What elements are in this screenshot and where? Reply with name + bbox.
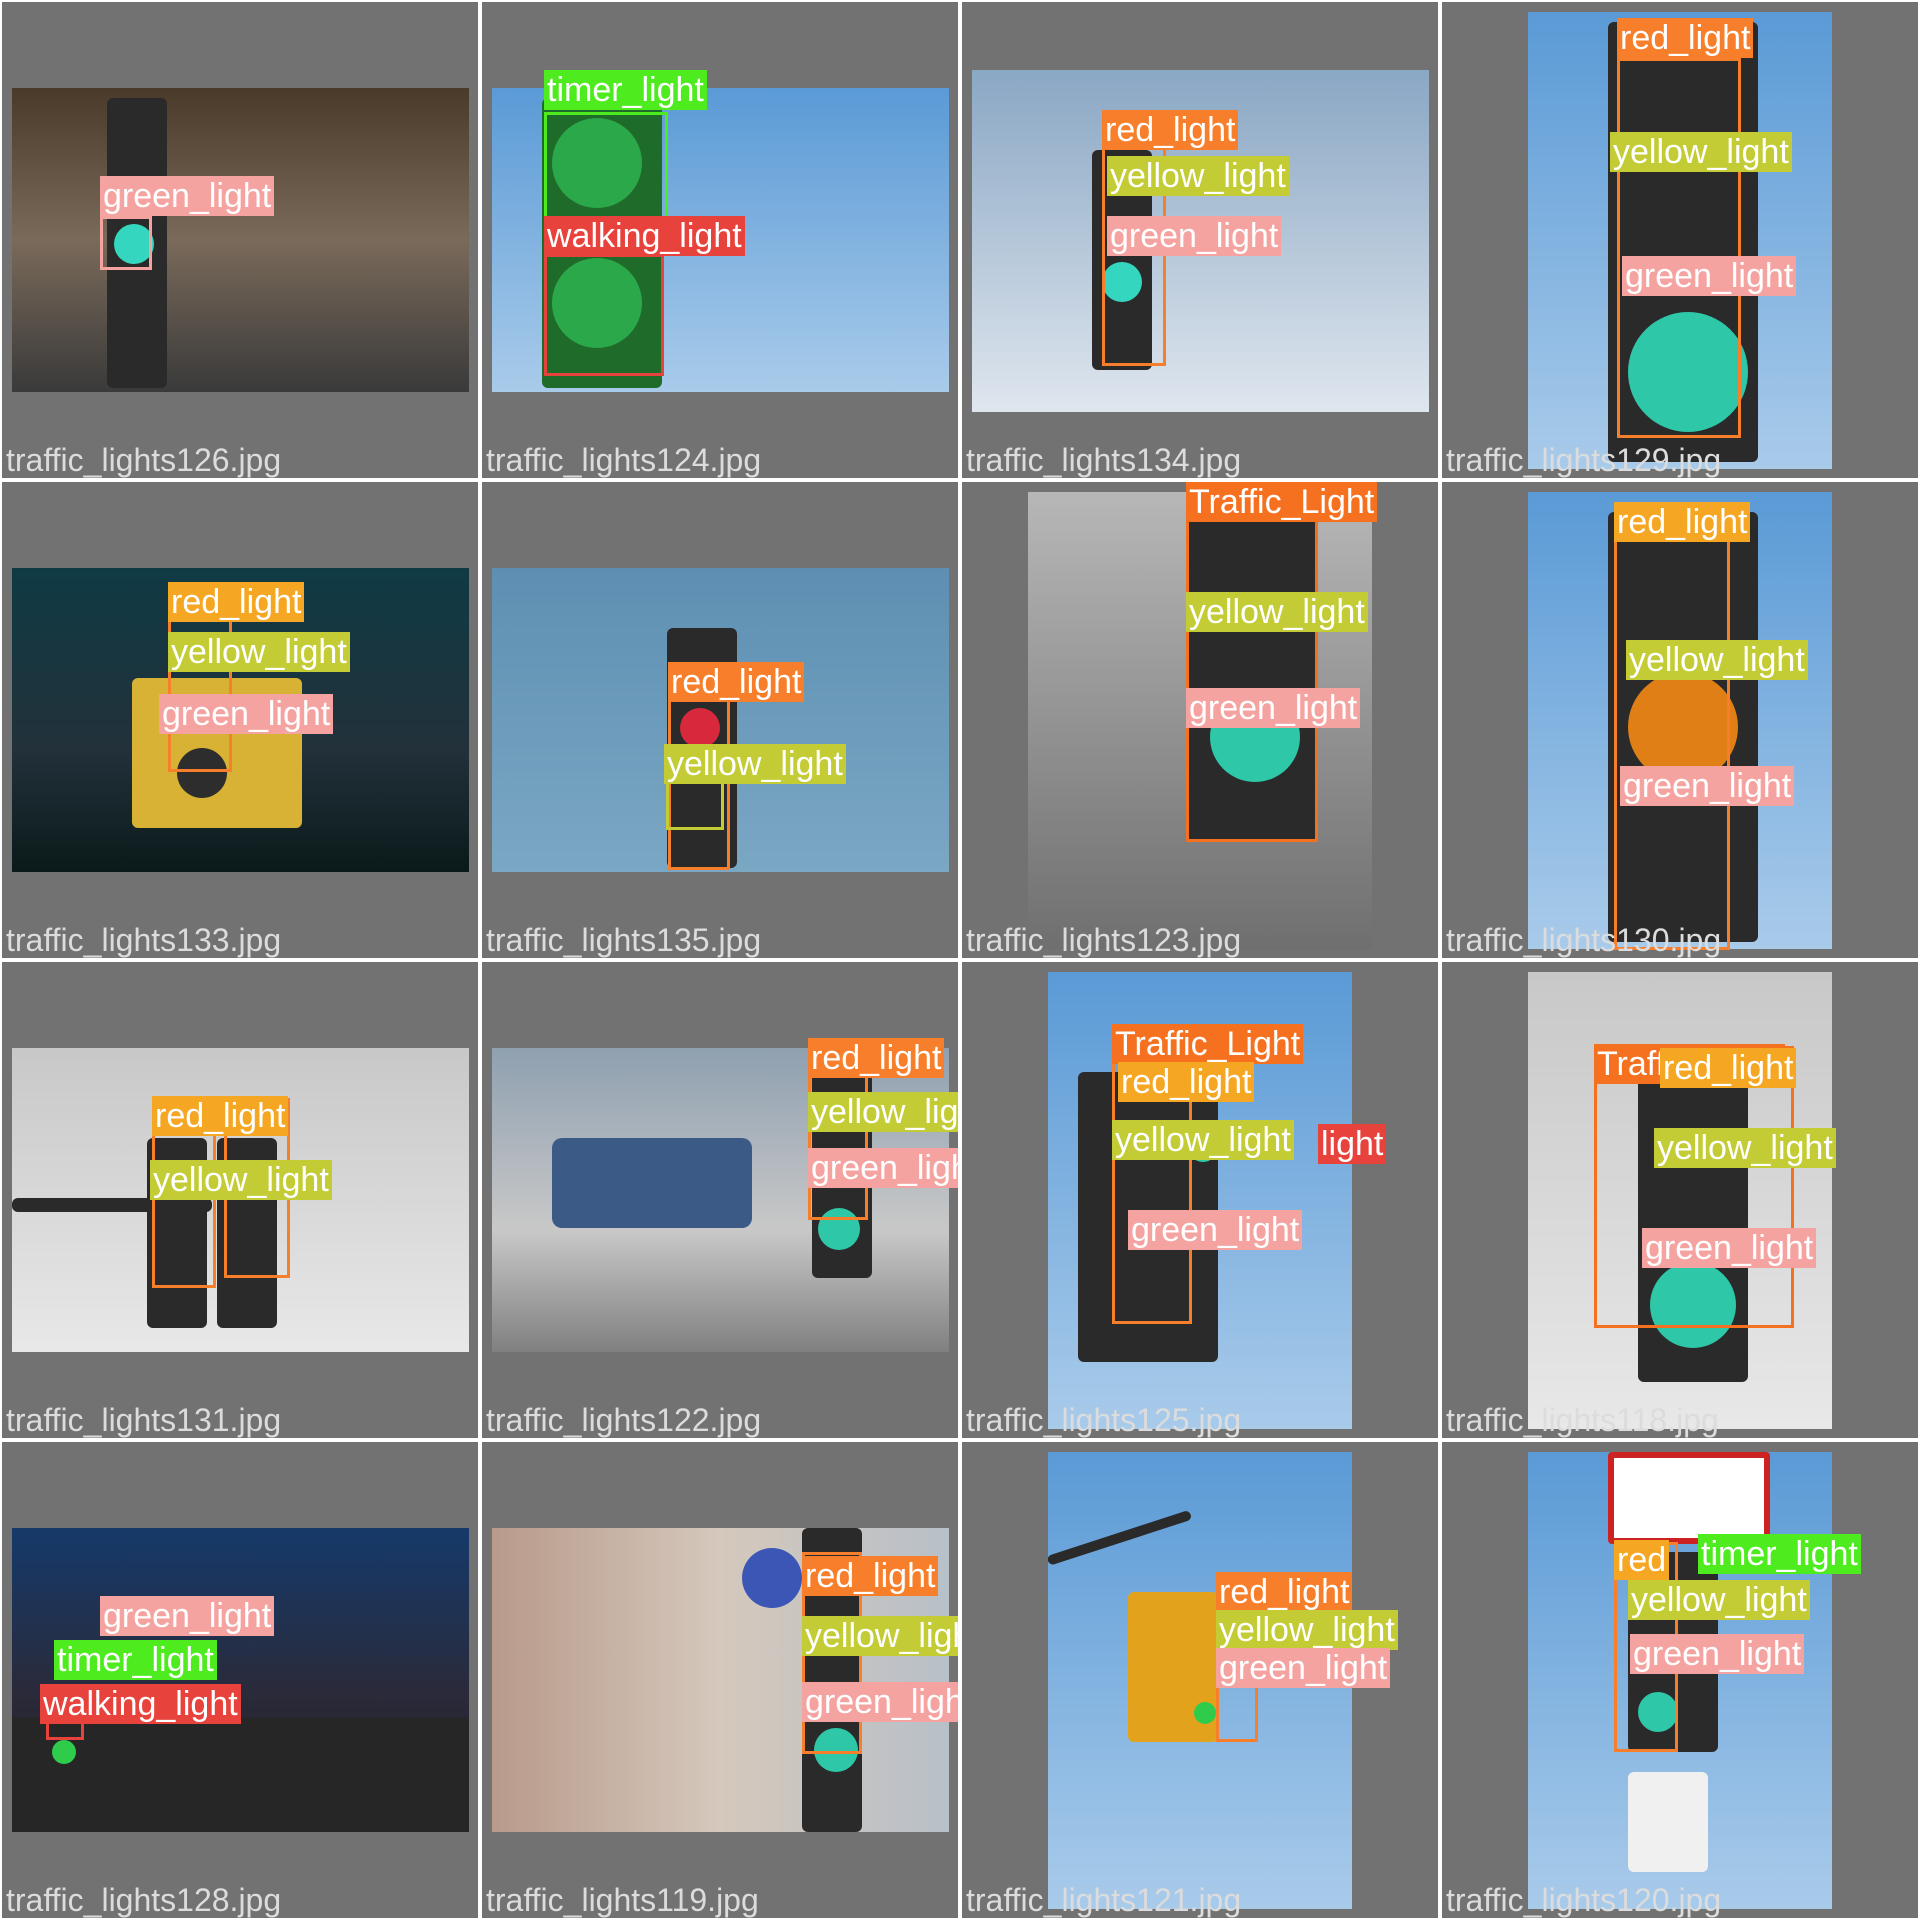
class-label: light [1318, 1124, 1387, 1164]
tile-5: red_light yellow_light traffic_lights135… [482, 482, 958, 958]
bbox [1617, 58, 1741, 438]
tile-6: Traffic_Light yellow_light green_light t… [962, 482, 1438, 958]
class-label: green_light [100, 1596, 275, 1636]
class-label: red_light [168, 582, 305, 622]
file-name: traffic_lights135.jpg [486, 922, 762, 958]
class-label: red_light [1216, 1572, 1353, 1612]
class-label: green_light [1622, 256, 1797, 296]
file-name: traffic_lights131.jpg [6, 1402, 282, 1438]
class-label: walking_light [40, 1684, 241, 1724]
class-label: green_light [802, 1682, 958, 1722]
class-label: red_light [668, 662, 805, 702]
tile-image [12, 1528, 469, 1832]
class-label: red_light [808, 1038, 945, 1078]
bbox [1594, 1046, 1794, 1328]
class-label: green_light [1642, 1228, 1817, 1268]
class-label: red_light [802, 1556, 939, 1596]
file-name: traffic_lights119.jpg [486, 1882, 759, 1918]
class-label: green_light [1630, 1634, 1805, 1674]
file-name: traffic_lights134.jpg [966, 442, 1242, 478]
class-label: red_light [1118, 1062, 1255, 1102]
class-label: yellow_light [1654, 1128, 1836, 1168]
class-label: yellow_light [150, 1160, 332, 1200]
class-label: yellow_light [808, 1092, 958, 1132]
file-name: traffic_lights121.jpg [966, 1882, 1242, 1918]
file-name: traffic_lights128.jpg [6, 1882, 282, 1918]
class-label: timer_light [54, 1640, 217, 1680]
file-name: traffic_lights123.jpg [966, 922, 1242, 958]
tile-11: Traffic_Light red_light yellow_light gre… [1442, 962, 1918, 1438]
class-label: yellow_light [1216, 1610, 1398, 1650]
tile-0: green_light traffic_lights126.jpg [2, 2, 478, 478]
file-name: traffic_lights118.jpg [1446, 1402, 1719, 1438]
class-label: green_light [100, 176, 275, 216]
class-label: yellow_light [1628, 1580, 1810, 1620]
file-name: traffic_lights126.jpg [6, 442, 282, 478]
tile-10: Traffic_Light red_light yellow_light lig… [962, 962, 1438, 1438]
class-label: yellow_light [1626, 640, 1808, 680]
bbox [100, 216, 152, 270]
class-label: Traffic_Light [1112, 1024, 1304, 1064]
class-label: walking_light [544, 216, 745, 256]
tile-9: red_light yellow_light green_light traff… [482, 962, 958, 1438]
file-name: traffic_lights125.jpg [966, 1402, 1242, 1438]
class-label: red_light [1102, 110, 1239, 150]
tile-15: red timer_light yellow_light green_light… [1442, 1442, 1918, 1918]
tile-4: red_light yellow_light green_light traff… [2, 482, 478, 958]
class-label: timer_light [1698, 1534, 1861, 1574]
class-label: green_light [808, 1148, 958, 1188]
class-label: green_light [159, 694, 334, 734]
tile-8: red_light yellow_light traffic_lights131… [2, 962, 478, 1438]
tile-3: red_light yellow_light green_light traff… [1442, 2, 1918, 478]
class-label: Traffic_Light [1186, 482, 1378, 522]
class-label: yellow_light [802, 1616, 958, 1656]
tile-image [1528, 1452, 1832, 1909]
class-label: yellow_light [1610, 132, 1792, 172]
file-name: traffic_lights133.jpg [6, 922, 282, 958]
tile-13: red_light yellow_light green_light traff… [482, 1442, 958, 1918]
file-name: traffic_lights120.jpg [1446, 1882, 1722, 1918]
class-label: yellow_light [1186, 592, 1368, 632]
class-label: yellow_light [664, 744, 846, 784]
class-label: green_light [1186, 688, 1361, 728]
class-label: yellow_light [1107, 156, 1289, 196]
file-name: traffic_lights129.jpg [1446, 442, 1722, 478]
class-label: yellow_light [168, 632, 350, 672]
class-label: red_light [1660, 1048, 1797, 1088]
tile-1: timer_light walking_light traffic_lights… [482, 2, 958, 478]
class-label: red_light [1614, 502, 1751, 542]
class-label: red_light [1617, 18, 1754, 58]
class-label: yellow_light [1112, 1120, 1294, 1160]
bbox [544, 254, 664, 376]
tile-14: red_light yellow_light green_light traff… [962, 1442, 1438, 1918]
bbox [1614, 530, 1730, 950]
class-label: red_light [152, 1096, 289, 1136]
tile-7: red_light yellow_light green_light traff… [1442, 482, 1918, 958]
class-label: green_light [1216, 1648, 1391, 1688]
class-label: green_light [1620, 766, 1795, 806]
tile-2: red_light yellow_light green_light traff… [962, 2, 1438, 478]
class-label: green_light [1107, 216, 1282, 256]
class-label: green_light [1128, 1210, 1303, 1250]
file-name: traffic_lights124.jpg [486, 442, 762, 478]
file-name: traffic_lights130.jpg [1446, 922, 1722, 958]
file-name: traffic_lights122.jpg [486, 1402, 762, 1438]
prediction-grid: green_light traffic_lights126.jpg timer_… [0, 0, 1920, 1920]
class-label: timer_light [544, 70, 707, 110]
class-label: red [1614, 1540, 1670, 1580]
bbox [1186, 512, 1318, 842]
tile-image [12, 88, 469, 392]
tile-12: green_light timer_light walking_light tr… [2, 1442, 478, 1918]
